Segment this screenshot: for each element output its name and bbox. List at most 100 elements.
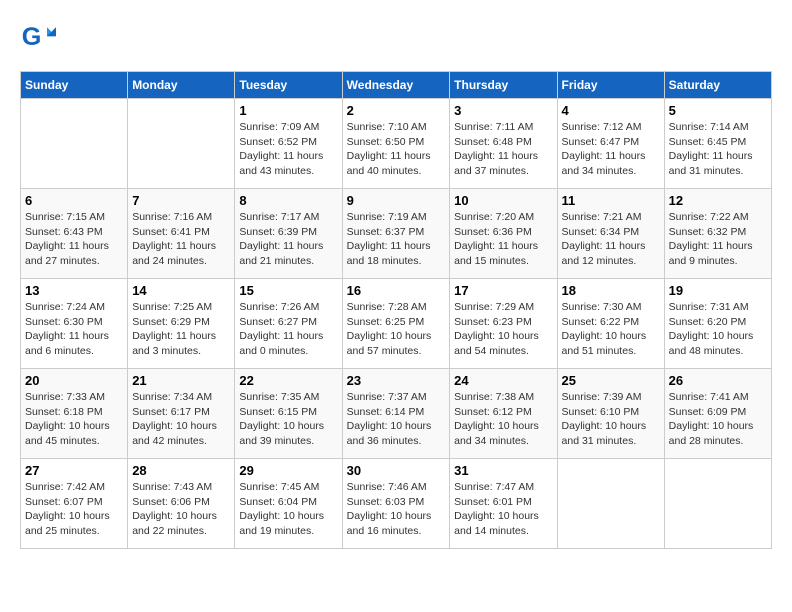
- calendar-cell: 22 Sunrise: 7:35 AMSunset: 6:15 PMDayligh…: [235, 369, 342, 459]
- day-info: Sunrise: 7:45 AMSunset: 6:04 PMDaylight:…: [239, 480, 337, 539]
- day-number: 27: [25, 463, 123, 478]
- day-number: 6: [25, 193, 123, 208]
- day-info: Sunrise: 7:39 AMSunset: 6:10 PMDaylight:…: [562, 390, 660, 449]
- day-info: Sunrise: 7:41 AMSunset: 6:09 PMDaylight:…: [669, 390, 767, 449]
- day-number: 18: [562, 283, 660, 298]
- calendar-cell: 30 Sunrise: 7:46 AMSunset: 6:03 PMDayligh…: [342, 459, 450, 549]
- calendar-cell: 25 Sunrise: 7:39 AMSunset: 6:10 PMDayligh…: [557, 369, 664, 459]
- day-info: Sunrise: 7:43 AMSunset: 6:06 PMDaylight:…: [132, 480, 230, 539]
- logo-icon: G: [20, 20, 56, 56]
- calendar-cell: 2Sunrise: 7:10 AMSunset: 6:50 PMDaylight…: [342, 99, 450, 189]
- page-header: G: [20, 20, 772, 56]
- day-info: Sunrise: 7:30 AMSunset: 6:22 PMDaylight:…: [562, 300, 660, 359]
- calendar-cell: 24 Sunrise: 7:38 AMSunset: 6:12 PMDayligh…: [450, 369, 557, 459]
- day-number: 1: [239, 103, 337, 118]
- day-number: 23: [347, 373, 446, 388]
- day-info: Sunrise: 7:17 AMSunset: 6:39 PMDaylight:…: [239, 210, 337, 269]
- day-number: 4: [562, 103, 660, 118]
- day-number: 17: [454, 283, 552, 298]
- calendar-table: SundayMondayTuesdayWednesdayThursdayFrid…: [20, 71, 772, 549]
- calendar-cell: 16 Sunrise: 7:28 AMSunset: 6:25 PMDayligh…: [342, 279, 450, 369]
- day-info: Sunrise: 7:28 AMSunset: 6:25 PMDaylight:…: [347, 300, 446, 359]
- calendar-cell: [664, 459, 771, 549]
- calendar-cell: 4 Sunrise: 7:12 AMSunset: 6:47 PMDaylight…: [557, 99, 664, 189]
- day-number: 19: [669, 283, 767, 298]
- calendar-week-row: 13 Sunrise: 7:24 AMSunset: 6:30 PMDayligh…: [21, 279, 772, 369]
- calendar-cell: 1 Sunrise: 7:09 AMSunset: 6:52 PMDaylight…: [235, 99, 342, 189]
- day-info: Sunrise: 7:37 AMSunset: 6:14 PMDaylight:…: [347, 390, 446, 449]
- calendar-day-header: Thursday: [450, 72, 557, 99]
- calendar-cell: 7 Sunrise: 7:16 AMSunset: 6:41 PMDaylight…: [128, 189, 235, 279]
- day-info: Sunrise: 7:21 AMSunset: 6:34 PMDaylight:…: [562, 210, 660, 269]
- day-number: 31: [454, 463, 552, 478]
- day-info: Sunrise: 7:35 AMSunset: 6:15 PMDaylight:…: [239, 390, 337, 449]
- day-number: 30: [347, 463, 446, 478]
- calendar-cell: 11 Sunrise: 7:21 AMSunset: 6:34 PMDayligh…: [557, 189, 664, 279]
- day-number: 9: [347, 193, 446, 208]
- calendar-cell: 17 Sunrise: 7:29 AMSunset: 6:23 PMDayligh…: [450, 279, 557, 369]
- day-number: 25: [562, 373, 660, 388]
- calendar-day-header: Sunday: [21, 72, 128, 99]
- day-info: Sunrise: 7:38 AMSunset: 6:12 PMDaylight:…: [454, 390, 552, 449]
- day-info: Sunrise: 7:29 AMSunset: 6:23 PMDaylight:…: [454, 300, 552, 359]
- day-number: 2: [347, 103, 446, 118]
- day-number: 10: [454, 193, 552, 208]
- day-info: Sunrise: 7:22 AMSunset: 6:32 PMDaylight:…: [669, 210, 767, 269]
- calendar-cell: 8 Sunrise: 7:17 AMSunset: 6:39 PMDaylight…: [235, 189, 342, 279]
- calendar-cell: 29 Sunrise: 7:45 AMSunset: 6:04 PMDayligh…: [235, 459, 342, 549]
- day-info: Sunrise: 7:20 AMSunset: 6:36 PMDaylight:…: [454, 210, 552, 269]
- day-info: Sunrise: 7:34 AMSunset: 6:17 PMDaylight:…: [132, 390, 230, 449]
- day-info: Sunrise: 7:31 AMSunset: 6:20 PMDaylight:…: [669, 300, 767, 359]
- day-info: Sunrise: 7:26 AMSunset: 6:27 PMDaylight:…: [239, 300, 337, 359]
- calendar-week-row: 6Sunrise: 7:15 AMSunset: 6:43 PMDaylight…: [21, 189, 772, 279]
- calendar-cell: 28Sunrise: 7:43 AMSunset: 6:06 PMDayligh…: [128, 459, 235, 549]
- day-number: 8: [239, 193, 337, 208]
- calendar-cell: 10 Sunrise: 7:20 AMSunset: 6:36 PMDayligh…: [450, 189, 557, 279]
- calendar-cell: 9Sunrise: 7:19 AMSunset: 6:37 PMDaylight…: [342, 189, 450, 279]
- day-number: 14: [132, 283, 230, 298]
- day-number: 15: [239, 283, 337, 298]
- day-info: Sunrise: 7:09 AMSunset: 6:52 PMDaylight:…: [239, 120, 337, 179]
- day-info: Sunrise: 7:24 AMSunset: 6:30 PMDaylight:…: [25, 300, 123, 359]
- calendar-day-header: Tuesday: [235, 72, 342, 99]
- day-number: 20: [25, 373, 123, 388]
- calendar-day-header: Monday: [128, 72, 235, 99]
- calendar-cell: 21 Sunrise: 7:34 AMSunset: 6:17 PMDayligh…: [128, 369, 235, 459]
- calendar-cell: 20 Sunrise: 7:33 AMSunset: 6:18 PMDayligh…: [21, 369, 128, 459]
- day-info: Sunrise: 7:25 AMSunset: 6:29 PMDaylight:…: [132, 300, 230, 359]
- day-number: 29: [239, 463, 337, 478]
- calendar-week-row: 27 Sunrise: 7:42 AMSunset: 6:07 PMDayligh…: [21, 459, 772, 549]
- calendar-cell: 3Sunrise: 7:11 AMSunset: 6:48 PMDaylight…: [450, 99, 557, 189]
- day-number: 24: [454, 373, 552, 388]
- calendar-cell: 18 Sunrise: 7:30 AMSunset: 6:22 PMDayligh…: [557, 279, 664, 369]
- day-number: 21: [132, 373, 230, 388]
- day-number: 16: [347, 283, 446, 298]
- calendar-cell: [21, 99, 128, 189]
- svg-text:G: G: [22, 23, 42, 51]
- day-number: 7: [132, 193, 230, 208]
- logo: G: [20, 20, 60, 56]
- day-number: 11: [562, 193, 660, 208]
- day-number: 26: [669, 373, 767, 388]
- day-info: Sunrise: 7:42 AMSunset: 6:07 PMDaylight:…: [25, 480, 123, 539]
- day-number: 12: [669, 193, 767, 208]
- day-number: 13: [25, 283, 123, 298]
- calendar-day-header: Friday: [557, 72, 664, 99]
- day-info: Sunrise: 7:16 AMSunset: 6:41 PMDaylight:…: [132, 210, 230, 269]
- calendar-cell: 5 Sunrise: 7:14 AMSunset: 6:45 PMDaylight…: [664, 99, 771, 189]
- calendar-cell: 15 Sunrise: 7:26 AMSunset: 6:27 PMDayligh…: [235, 279, 342, 369]
- calendar-week-row: 20 Sunrise: 7:33 AMSunset: 6:18 PMDayligh…: [21, 369, 772, 459]
- day-number: 5: [669, 103, 767, 118]
- day-info: Sunrise: 7:33 AMSunset: 6:18 PMDaylight:…: [25, 390, 123, 449]
- day-info: Sunrise: 7:14 AMSunset: 6:45 PMDaylight:…: [669, 120, 767, 179]
- calendar-day-header: Wednesday: [342, 72, 450, 99]
- calendar-week-row: 1 Sunrise: 7:09 AMSunset: 6:52 PMDaylight…: [21, 99, 772, 189]
- calendar-cell: 14 Sunrise: 7:25 AMSunset: 6:29 PMDayligh…: [128, 279, 235, 369]
- calendar-cell: [128, 99, 235, 189]
- day-info: Sunrise: 7:11 AMSunset: 6:48 PMDaylight:…: [454, 120, 552, 179]
- day-number: 22: [239, 373, 337, 388]
- day-info: Sunrise: 7:12 AMSunset: 6:47 PMDaylight:…: [562, 120, 660, 179]
- day-info: Sunrise: 7:46 AMSunset: 6:03 PMDaylight:…: [347, 480, 446, 539]
- calendar-day-header: Saturday: [664, 72, 771, 99]
- calendar-cell: 23 Sunrise: 7:37 AMSunset: 6:14 PMDayligh…: [342, 369, 450, 459]
